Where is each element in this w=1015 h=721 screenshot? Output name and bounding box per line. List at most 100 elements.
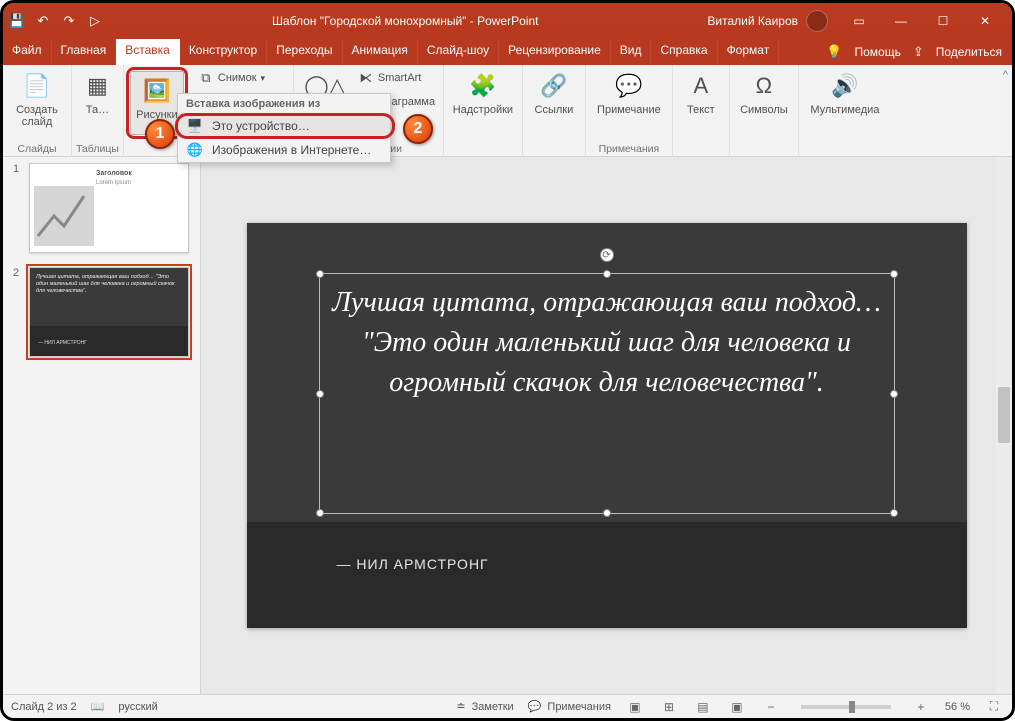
- resize-handle[interactable]: [890, 390, 898, 398]
- thumb-number: 1: [13, 163, 23, 253]
- group-tables: Таблицы: [76, 143, 119, 155]
- vertical-scrollbar[interactable]: [996, 157, 1012, 694]
- links-button[interactable]: 🔗 Ссылки: [527, 67, 581, 139]
- tab-transitions[interactable]: Переходы: [267, 39, 342, 65]
- resize-handle[interactable]: [316, 509, 324, 517]
- ribbon-options-icon[interactable]: ▭: [838, 6, 880, 36]
- links-label: Ссылки: [535, 104, 574, 116]
- resize-handle[interactable]: [316, 270, 324, 278]
- slide-counter[interactable]: Слайд 2 из 2: [11, 701, 77, 713]
- text-button[interactable]: A Текст: [677, 67, 725, 139]
- share-icon[interactable]: ⇪: [913, 44, 924, 60]
- normal-view-icon[interactable]: ▣: [625, 699, 645, 715]
- tab-insert[interactable]: Вставка: [116, 39, 180, 65]
- share-label[interactable]: Поделиться: [936, 45, 1002, 59]
- notes-button[interactable]: ≐ Заметки: [456, 700, 513, 713]
- rotate-handle-icon[interactable]: ⟳: [600, 248, 614, 262]
- table-button[interactable]: ▦ Та…: [77, 67, 117, 139]
- reading-view-icon[interactable]: ▤: [693, 699, 713, 715]
- table-icon: ▦: [81, 70, 113, 102]
- resize-handle[interactable]: [316, 390, 324, 398]
- tab-design[interactable]: Конструктор: [180, 39, 267, 65]
- comments-pane-button[interactable]: 💬 Примечания: [528, 700, 611, 713]
- text-selection-frame[interactable]: ⟳: [319, 273, 895, 514]
- callout-badge-1: 1: [145, 119, 175, 149]
- thumb-number: 2: [13, 267, 23, 357]
- smartart-label: SmartArt: [378, 72, 421, 84]
- zoom-out-icon[interactable]: −: [761, 699, 781, 715]
- screenshot-button[interactable]: ⧉ Снимок ▾: [194, 67, 294, 89]
- spellcheck-icon[interactable]: 📖: [91, 700, 105, 713]
- resize-handle[interactable]: [890, 509, 898, 517]
- media-label: Мультимедиа: [810, 104, 879, 116]
- resize-handle[interactable]: [603, 270, 611, 278]
- links-icon: 🔗: [538, 70, 570, 102]
- comment-label: Примечание: [597, 104, 661, 116]
- menu-online-pictures[interactable]: 🌐 Изображения в Интернете…: [178, 138, 390, 162]
- symbols-icon: Ω: [748, 70, 780, 102]
- screenshot-label: Снимок: [218, 72, 257, 84]
- tab-animations[interactable]: Анимация: [343, 39, 418, 65]
- new-slide-icon: 📄: [21, 70, 53, 102]
- zoom-slider[interactable]: [801, 705, 891, 709]
- ribbon-tabs: Файл Главная Вставка Конструктор Переход…: [3, 39, 1012, 65]
- screenshot-icon: ⧉: [198, 70, 214, 86]
- tab-review[interactable]: Рецензирование: [499, 39, 611, 65]
- tab-slideshow[interactable]: Слайд-шоу: [418, 39, 499, 65]
- tab-help[interactable]: Справка: [651, 39, 717, 65]
- comment-icon: 💬: [613, 70, 645, 102]
- zoom-level[interactable]: 56 %: [945, 701, 970, 713]
- menu-this-device[interactable]: 🖥️ Это устройство…: [178, 114, 390, 138]
- resize-handle[interactable]: [890, 270, 898, 278]
- zoom-in-icon[interactable]: +: [911, 699, 931, 715]
- text-label: Текст: [687, 104, 715, 116]
- new-slide-label: Создать слайд: [16, 104, 58, 128]
- tab-format[interactable]: Формат: [718, 39, 780, 65]
- slide-thumbnail-2[interactable]: Лучшая цитата, отражающая ваш подход… "Э…: [29, 267, 189, 357]
- slide-canvas[interactable]: Лучшая цитата, отражающая ваш подход… "Э…: [201, 157, 1012, 694]
- close-icon[interactable]: ✕: [964, 6, 1006, 36]
- slideshow-view-icon[interactable]: ▣: [727, 699, 747, 715]
- notes-icon: ≐: [456, 700, 465, 713]
- user-name[interactable]: Виталий Каиров: [707, 14, 798, 28]
- language-indicator[interactable]: русский: [118, 701, 157, 713]
- sorter-view-icon[interactable]: ⊞: [659, 699, 679, 715]
- redo-icon[interactable]: ↷: [61, 13, 77, 29]
- insert-picture-menu-header: Вставка изображения из: [178, 94, 390, 114]
- media-button[interactable]: 🔊 Мультимедиа: [803, 67, 887, 139]
- slide[interactable]: Лучшая цитата, отражающая ваш подход… "Э…: [247, 223, 967, 628]
- pictures-icon: 🖼️: [141, 75, 173, 107]
- tellme-icon[interactable]: 💡: [826, 44, 842, 60]
- symbols-label: Символы: [740, 104, 788, 116]
- symbols-button[interactable]: Ω Символы: [734, 67, 794, 139]
- addins-button[interactable]: 🧩 Надстройки: [448, 67, 518, 139]
- new-slide-button[interactable]: 📄 Создать слайд: [7, 67, 67, 139]
- maximize-icon[interactable]: ☐: [922, 6, 964, 36]
- comment-button[interactable]: 💬 Примечание: [590, 67, 668, 139]
- chevron-down-icon: ▾: [261, 73, 266, 84]
- resize-handle[interactable]: [603, 509, 611, 517]
- device-icon: 🖥️: [186, 118, 204, 134]
- collapse-ribbon-icon[interactable]: ^: [1003, 69, 1008, 81]
- fit-to-window-icon[interactable]: ⛶: [984, 699, 1004, 715]
- title-bar: 💾 ↶ ↷ ▷ Шаблон "Городской монохромный" -…: [3, 3, 1012, 39]
- slide-thumbnail-1[interactable]: Заголовок Lorem Ipsum: [29, 163, 189, 253]
- undo-icon[interactable]: ↶: [35, 13, 51, 29]
- globe-icon: 🌐: [186, 142, 204, 158]
- tellme-label[interactable]: Помощь: [854, 45, 900, 59]
- group-comments: Примечания: [599, 143, 660, 155]
- save-icon[interactable]: 💾: [9, 13, 25, 29]
- slide-thumbnails-panel: 1 Заголовок Lorem Ipsum 2 Лучшая цитата,…: [3, 157, 201, 694]
- start-presentation-icon[interactable]: ▷: [87, 13, 103, 29]
- smartart-button[interactable]: ⧔ SmartArt: [354, 67, 439, 89]
- table-label: Та…: [86, 104, 109, 116]
- tab-file[interactable]: Файл: [3, 39, 52, 65]
- window-title: Шаблон "Городской монохромный" - PowerPo…: [103, 14, 707, 28]
- scrollbar-thumb[interactable]: [998, 387, 1010, 443]
- user-avatar[interactable]: [806, 10, 828, 32]
- tab-home[interactable]: Главная: [52, 39, 117, 65]
- minimize-icon[interactable]: —: [880, 6, 922, 36]
- tab-view[interactable]: Вид: [611, 39, 652, 65]
- quote-author[interactable]: — НИЛ АРМСТРОНГ: [337, 556, 489, 572]
- group-slides: Слайды: [17, 143, 56, 155]
